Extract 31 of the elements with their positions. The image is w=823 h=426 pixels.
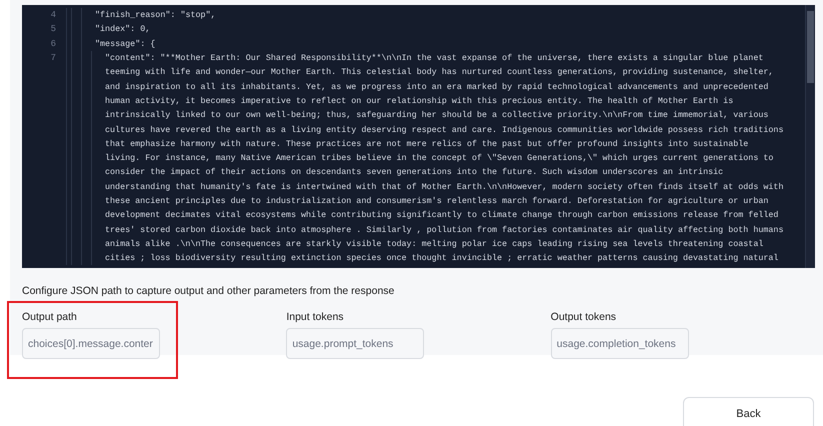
code-line: cities ; loss biodiversity resulting extinction species once thought invincible ; erratic weather patterns causing devastating natural (104, 253, 778, 264)
code-line: animals alike .\n\nThe consequences are starkly visible today: melting polar ice caps leading rising sea levels threatening coastal (104, 238, 764, 249)
code-line: these ancient principles due to industrialization and consumerism's relentless march forward. Deforestation for agriculture or urban (104, 196, 768, 206)
code-line: understanding that humanity's fate is intertwined with that of Mother Earth.\n\nHowever, modern society often finds itself at odds with (104, 182, 784, 192)
field-label: Output path (22, 311, 78, 323)
code-line: and inspiration to all its inhabitants. Yet, as we progress into an era marked by rapid technological advancements and unprecedented (104, 82, 768, 92)
input-field[interactable]: usage.completion_tokens (550, 328, 689, 359)
input-field[interactable]: usage.prompt_tokens (286, 328, 424, 359)
code-line: "index": 0, (94, 24, 150, 34)
back-button[interactable]: Back (683, 397, 814, 426)
code-line: intrinsically linked to our own well-being; thus, safeguarding her should be a collective priority.\n\nFrom time immemorial, various (104, 110, 768, 120)
line-number: 4 (22, 8, 67, 22)
code-line: "message": { (94, 38, 156, 49)
code-line: consider the impact of their actions on descendants seven generations into the future. Such wisdom underscores an intrinsic (104, 167, 724, 178)
code-line: human activity, it becomes imperative to reflect on our relationship with this precious entity. The health of Mother Earth is (104, 96, 734, 106)
line-number: 7 (22, 50, 67, 66)
line-number: 6 (22, 36, 67, 51)
input-field[interactable]: choices[0].message.conter (22, 328, 160, 359)
code-line: trees' stored carbon dioxide back into atmosphere . Similarly , pollution from factories contaminates air quality affecting both humans (104, 224, 784, 235)
code-line: living. For instance, many Native American tribes believe in the concept of \"Seven Generations,\" which urges current generations to (104, 153, 774, 164)
code-line: that emphasize harmony with nature. These practices are not mere relics of the past but offer profound insights into sustainable (104, 138, 748, 149)
scrollbar[interactable] (805, 5, 815, 268)
code-line: "content": "**Mother Earth: Our Shared Responsibility**\n\nIn the vast expanse of the universe, there exists a singular blue planet (104, 53, 764, 64)
field-label: Output tokens (550, 311, 618, 323)
code-line: "finish_reason": "stop", (94, 10, 216, 20)
code-line: teeming with life and wonder—our Mother Earth. This celestial body has nurtured countless generations, providing sustenance, shelter, (104, 67, 774, 78)
section-heading: Configure JSON path to capture output and other parameters from the response (22, 285, 396, 297)
code-line: development decimates vital ecosystems while contributing significantly to climate change through carbon emissions release from felled (104, 210, 778, 220)
field-label: Input tokens (286, 311, 345, 323)
line-number: 5 (22, 22, 67, 37)
code-line: cultures have revered the earth as a living entity deserving respect and care. Indigenous communities worldwide possess rich traditions (104, 124, 784, 135)
